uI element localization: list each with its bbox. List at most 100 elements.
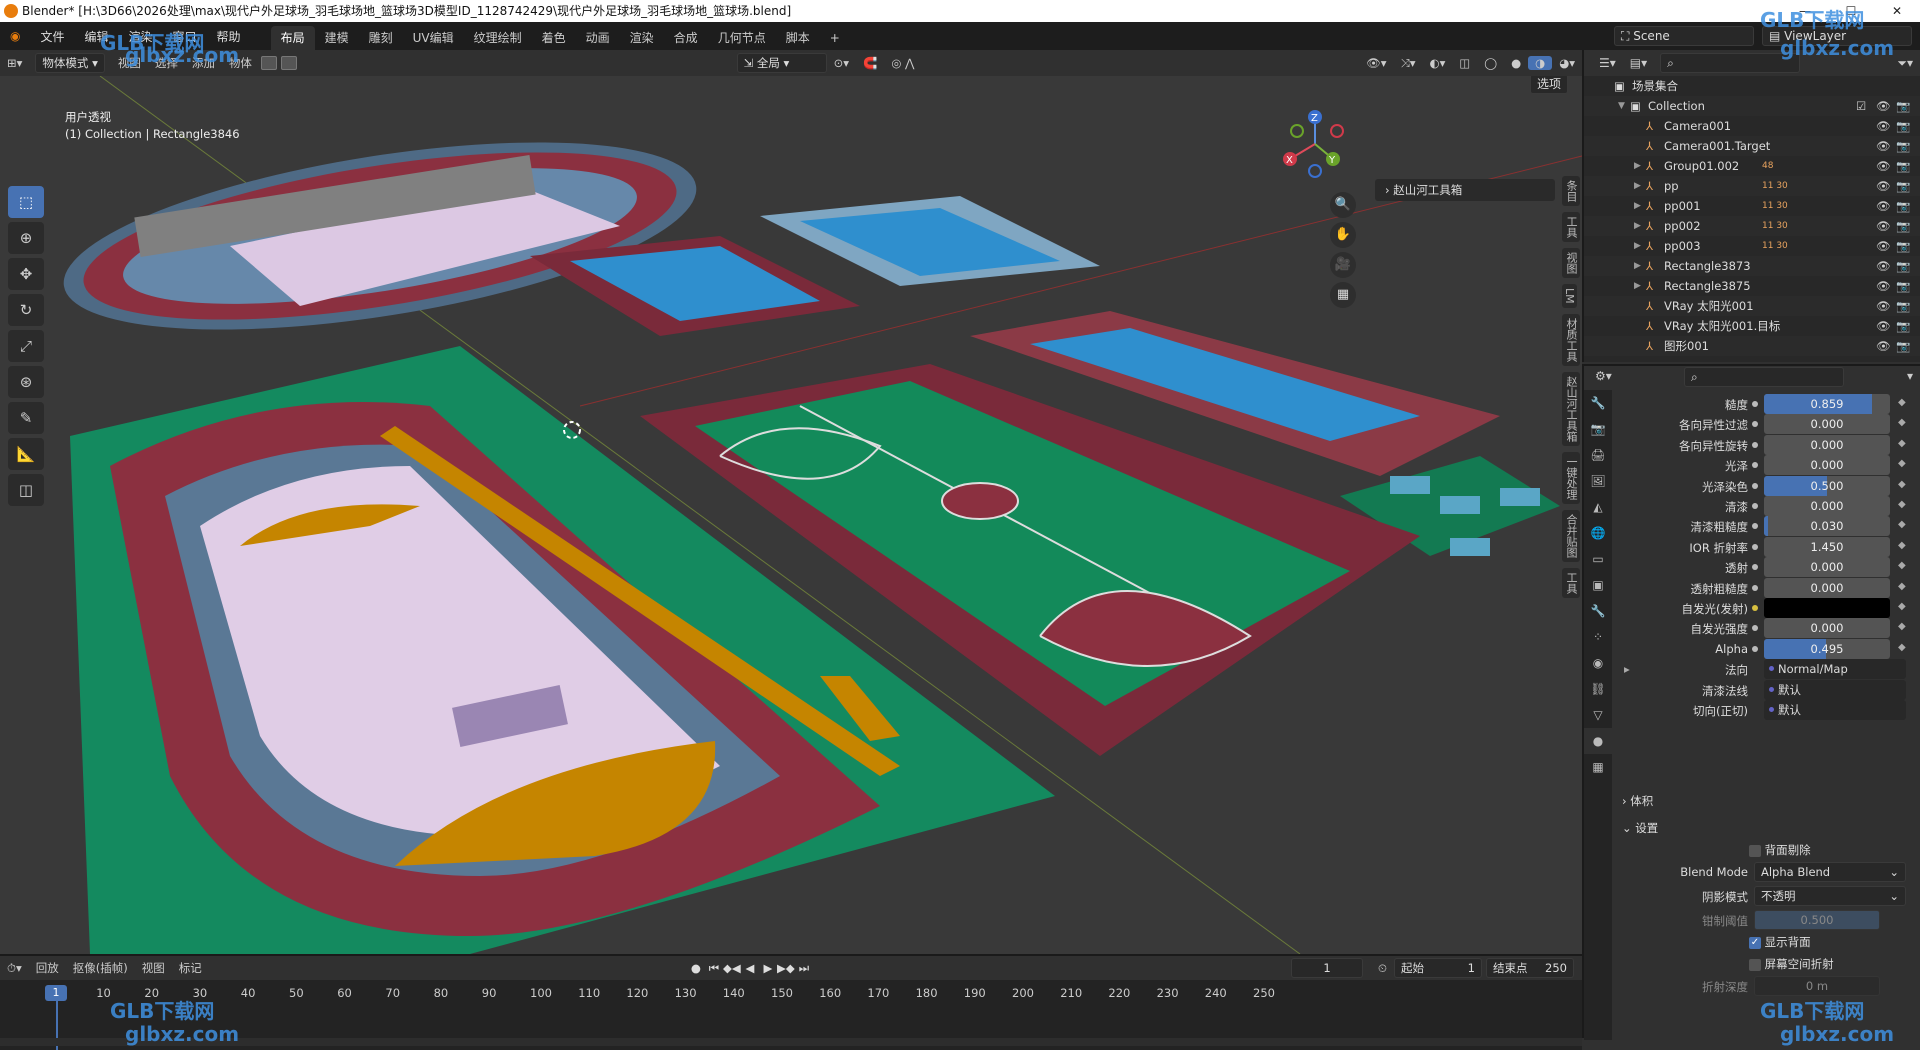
sidebar-tab-7[interactable]: 合并贴图 bbox=[1562, 509, 1580, 562]
add-cube-tool[interactable]: ◫ bbox=[8, 474, 44, 506]
show-backface-row[interactable]: ✓ 显示背面 bbox=[1749, 934, 1811, 950]
keyframe-icon[interactable]: ◆ bbox=[1898, 397, 1906, 408]
workspace-tab-3[interactable]: UV编辑 bbox=[403, 26, 464, 50]
camera-render-icon[interactable]: 📷 bbox=[1896, 316, 1910, 336]
camera-render-icon[interactable]: 📷 bbox=[1896, 236, 1910, 256]
sidebar-tab-3[interactable]: LM bbox=[1562, 284, 1577, 308]
keyframe-dot-icon[interactable] bbox=[1752, 625, 1758, 632]
camera-render-icon[interactable]: 📷 bbox=[1896, 296, 1910, 316]
current-frame-field[interactable]: 1 bbox=[1291, 958, 1364, 978]
camera-render-icon[interactable]: 📷 bbox=[1896, 276, 1910, 296]
screen-refraction-row[interactable]: 屏幕空间折射 bbox=[1749, 956, 1834, 972]
sidebar-tab-2[interactable]: 视图 bbox=[1562, 248, 1580, 278]
pan-hand-icon[interactable]: ✋ bbox=[1330, 222, 1356, 248]
keyframe-dot-icon[interactable] bbox=[1752, 564, 1758, 571]
object-tab-icon[interactable]: ▣ bbox=[1584, 572, 1612, 598]
workspace-tab-7[interactable]: 渲染 bbox=[620, 26, 664, 50]
close-icon[interactable]: ✕ bbox=[1874, 0, 1920, 22]
property-slider[interactable]: 0.030 bbox=[1764, 516, 1890, 537]
constraints-tab-icon[interactable]: ⛓ bbox=[1584, 676, 1612, 702]
texture-tab-icon[interactable]: ▦ bbox=[1584, 754, 1612, 780]
section-volume[interactable]: › 体积 bbox=[1622, 793, 1653, 809]
property-slider[interactable]: 1.450 bbox=[1764, 536, 1890, 557]
camera-render-icon[interactable]: 📷 bbox=[1896, 156, 1910, 176]
physics-tab-icon[interactable]: ◉ bbox=[1584, 650, 1612, 676]
keyframe-icon[interactable]: ◆ bbox=[1898, 621, 1906, 632]
eye-icon[interactable]: 👁 bbox=[1876, 276, 1891, 296]
transform-tool[interactable]: ⊛ bbox=[8, 366, 44, 398]
eye-icon[interactable]: 👁 bbox=[1876, 96, 1891, 116]
screen-refraction-checkbox[interactable] bbox=[1749, 958, 1761, 971]
fbx-import-icon[interactable] bbox=[260, 56, 277, 70]
workspace-tab-8[interactable]: 合成 bbox=[664, 26, 708, 50]
play-icon[interactable]: ▶ bbox=[759, 961, 777, 975]
eye-icon[interactable]: 👁 bbox=[1876, 316, 1891, 336]
particles-tab-icon[interactable]: ⁘ bbox=[1584, 624, 1612, 650]
rotate-tool[interactable]: ↻ bbox=[8, 294, 44, 326]
scale-tool[interactable]: ⤢ bbox=[8, 330, 44, 362]
keyframe-dot-icon[interactable] bbox=[1752, 584, 1758, 591]
keyframe-dot-icon[interactable] bbox=[1752, 543, 1758, 550]
property-slider[interactable]: 0.000 bbox=[1764, 618, 1890, 639]
property-link[interactable]: 默认 bbox=[1764, 700, 1906, 720]
toolbox-panel-header[interactable]: › 赵山河工具箱 bbox=[1375, 179, 1555, 201]
camera-render-icon[interactable]: 📷 bbox=[1896, 136, 1910, 156]
move-tool[interactable]: ✥ bbox=[8, 258, 44, 290]
keyframe-dot-icon[interactable] bbox=[1752, 503, 1758, 509]
editor-type-icon[interactable]: ⊞▾ bbox=[0, 56, 29, 70]
property-slider[interactable]: 0.500 bbox=[1764, 475, 1890, 496]
outliner-editor-icon[interactable]: ☰▾ bbox=[1592, 56, 1623, 70]
zoom-icon[interactable]: 🔍 bbox=[1330, 192, 1356, 218]
camera-render-icon[interactable]: 📷 bbox=[1896, 216, 1910, 236]
outliner-item[interactable]: ▶ ⅄ pp003 11 30 👁 📷 bbox=[1584, 236, 1920, 256]
camera-render-icon[interactable]: 📷 bbox=[1896, 176, 1910, 196]
eye-icon[interactable]: 👁 bbox=[1876, 136, 1891, 156]
property-slider[interactable] bbox=[1764, 598, 1890, 618]
display-mode-icon[interactable]: ▤▾ bbox=[1623, 56, 1654, 70]
property-slider[interactable]: 0.000 bbox=[1764, 577, 1890, 598]
keyframe-dot-icon[interactable] bbox=[1752, 523, 1758, 530]
proportional-edit-icon[interactable]: ◎ ⋀ bbox=[884, 56, 921, 70]
snap-icon[interactable]: 🧲 bbox=[856, 56, 884, 70]
shading-render-icon[interactable]: ◕▾ bbox=[1552, 56, 1582, 70]
tool-tab-icon[interactable]: 🔧 bbox=[1584, 390, 1612, 416]
outliner-collection[interactable]: ▼ ▣ Collection ☑ 👁 📷 bbox=[1584, 96, 1920, 116]
keyframe-dot-icon[interactable] bbox=[1752, 605, 1758, 611]
outliner-item[interactable]: ▶ ⅄ pp001 11 30 👁 📷 bbox=[1584, 196, 1920, 216]
cursor-tool[interactable]: ⊕ bbox=[8, 222, 44, 254]
expand-icon[interactable]: ▸ bbox=[1624, 662, 1630, 676]
timeline-menu-1[interactable]: 抠像(插帧) bbox=[66, 961, 135, 975]
outliner-item[interactable]: ⅄ 图形001 👁 📷 bbox=[1584, 336, 1920, 356]
workspace-tab-10[interactable]: 脚本 bbox=[776, 26, 820, 50]
camera-render-icon[interactable]: 📷 bbox=[1896, 196, 1910, 216]
checkbox-icon[interactable]: ☑ bbox=[1856, 96, 1866, 116]
modifier-tab-icon[interactable]: 🔧 bbox=[1584, 598, 1612, 624]
prev-keyframe-icon[interactable]: ◆◀ bbox=[723, 961, 741, 975]
filter-icon[interactable]: ⏷▾ bbox=[1890, 56, 1920, 71]
pivot-icon[interactable]: ⊙▾ bbox=[827, 56, 856, 70]
workspace-tab-5[interactable]: 着色 bbox=[532, 26, 576, 50]
collection-tab-icon[interactable]: ▭ bbox=[1584, 546, 1612, 572]
camera-render-icon[interactable]: 📷 bbox=[1896, 256, 1910, 276]
expand-icon[interactable]: ▶ bbox=[1634, 236, 1641, 256]
play-reverse-icon[interactable]: ◀ bbox=[741, 961, 759, 975]
render-tab-icon[interactable]: 📷 bbox=[1584, 416, 1612, 442]
keyframe-icon[interactable]: ◆ bbox=[1898, 560, 1906, 571]
property-slider[interactable]: 0.000 bbox=[1764, 496, 1890, 516]
playhead[interactable]: 1 bbox=[45, 985, 67, 1001]
visibility-icon[interactable]: 👁▾ bbox=[1359, 56, 1393, 70]
keyframe-icon[interactable]: ◆ bbox=[1898, 581, 1906, 592]
eye-icon[interactable]: 👁 bbox=[1876, 336, 1891, 356]
shading-material-icon[interactable]: ◑ bbox=[1528, 56, 1553, 70]
shading-wire-icon[interactable]: ◯ bbox=[1477, 56, 1504, 70]
expand-icon[interactable]: ▼ bbox=[1618, 96, 1625, 116]
ortho-grid-icon[interactable]: ▦ bbox=[1330, 282, 1356, 308]
outliner-item[interactable]: ▶ ⅄ Rectangle3873 👁 📷 bbox=[1584, 256, 1920, 276]
overlay-icon[interactable]: ◐▾ bbox=[1423, 56, 1453, 70]
expand-icon[interactable]: ▶ bbox=[1634, 156, 1641, 176]
backface-culling-checkbox[interactable] bbox=[1749, 844, 1761, 857]
end-frame-field[interactable]: 结束点 250 bbox=[1486, 958, 1574, 978]
options-dropdown[interactable]: 选项 bbox=[1530, 76, 1569, 94]
sidebar-tab-4[interactable]: 材质工具 bbox=[1562, 313, 1580, 366]
expand-icon[interactable]: ▶ bbox=[1634, 176, 1641, 196]
